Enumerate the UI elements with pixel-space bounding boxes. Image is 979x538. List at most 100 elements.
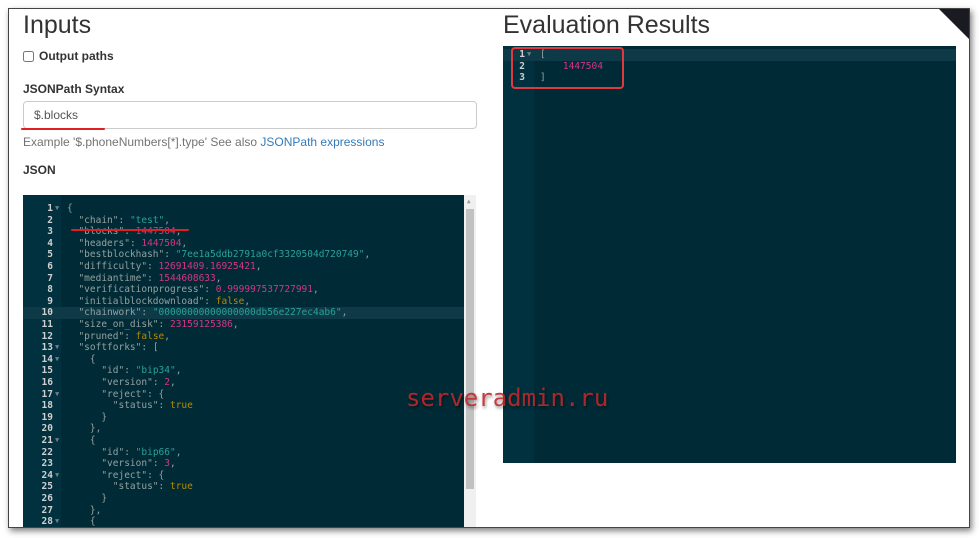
json-editor[interactable]: 1 ▼{2 "chain": "test", 3 "blocks": 1447504… bbox=[23, 195, 476, 528]
results-title: Evaluation Results bbox=[503, 11, 711, 39]
line-number: 5 bbox=[47, 249, 53, 261]
token-key: "initialblockdownload" bbox=[78, 295, 205, 307]
token-key: "chainwork" bbox=[78, 307, 142, 319]
jsonpath-expressions-link[interactable]: JSONPath expressions bbox=[260, 135, 384, 149]
output-paths-checkbox[interactable]: Output paths bbox=[23, 49, 114, 63]
token-punct: , bbox=[255, 261, 262, 272]
token-punct bbox=[67, 458, 101, 469]
code-line[interactable]: 13 ▼ "softforks": [ bbox=[23, 342, 476, 354]
token-punct: : { bbox=[147, 469, 165, 481]
code-line[interactable]: 8 "verificationprogress": 0.999997537727… bbox=[23, 284, 476, 296]
scrollbar-thumb[interactable] bbox=[466, 209, 474, 489]
code-line[interactable]: 22 "id": "bip66", bbox=[23, 447, 476, 459]
token-key: "size_on_disk" bbox=[78, 319, 159, 330]
code-line[interactable]: 21 ▼ { bbox=[23, 435, 476, 447]
code-line[interactable]: 24 ▼ "reject": { bbox=[23, 470, 476, 482]
token-key: "version" bbox=[101, 377, 153, 388]
line-number: 28 bbox=[41, 516, 53, 528]
fold-arrow-icon[interactable]: ▼ bbox=[55, 470, 59, 482]
code-text: "chainwork": "00000000000000000db56e227e… bbox=[67, 307, 347, 319]
input-underline-annotation bbox=[21, 128, 105, 130]
code-text: "version": 3, bbox=[67, 458, 175, 470]
fold-arrow-icon[interactable]: ▼ bbox=[55, 342, 59, 354]
code-line[interactable]: 23 "version": 3, bbox=[23, 458, 476, 470]
line-number: 12 bbox=[41, 330, 53, 342]
code-line[interactable]: 7 "mediantime": 1544608633, bbox=[23, 273, 476, 285]
code-line[interactable]: 3 "blocks": 1447504, bbox=[23, 226, 476, 238]
code-text: "mediantime": 1544608633, bbox=[67, 273, 221, 285]
code-text: "difficulty": 12691409.16925421, bbox=[67, 261, 262, 273]
token-key: "headers" bbox=[78, 237, 130, 249]
token-key: "softforks" bbox=[78, 342, 142, 354]
token-punct bbox=[67, 377, 101, 388]
token-punct: , bbox=[164, 214, 171, 226]
code-line[interactable]: 19 } bbox=[23, 412, 476, 424]
scroll-up-icon[interactable]: ▲ bbox=[467, 198, 471, 205]
line-number: 7 bbox=[47, 272, 53, 284]
code-line[interactable]: 14 ▼ { bbox=[23, 354, 476, 366]
fold-arrow-icon[interactable]: ▼ bbox=[55, 354, 59, 366]
json-editor-scrollbar[interactable]: ▲ bbox=[464, 195, 476, 527]
line-number: 6 bbox=[47, 261, 53, 272]
token-string: "bip34" bbox=[135, 365, 176, 377]
code-text: "softforks": [ bbox=[67, 342, 158, 354]
token-punct: : bbox=[152, 377, 165, 388]
jsonpath-input[interactable] bbox=[23, 101, 477, 129]
fold-arrow-icon[interactable]: ▼ bbox=[55, 435, 59, 447]
token-punct bbox=[67, 331, 78, 342]
fold-arrow-icon[interactable]: ▼ bbox=[55, 389, 59, 401]
token-punct bbox=[67, 226, 78, 237]
jsonpath-syntax-label: JSONPath Syntax bbox=[23, 82, 125, 96]
token-key: "mediantime" bbox=[78, 272, 148, 284]
token-number: 1544608633 bbox=[158, 272, 216, 284]
watermark: serveradmin.ru bbox=[406, 384, 609, 412]
token-punct: , bbox=[244, 295, 251, 307]
code-line[interactable]: 12 "pruned": false, bbox=[23, 331, 476, 343]
code-text: "size_on_disk": 23159125386, bbox=[67, 319, 238, 331]
code-line[interactable]: 15 "id": "bip34", bbox=[23, 365, 476, 377]
token-punct: : bbox=[204, 284, 216, 296]
token-punct bbox=[67, 447, 101, 458]
token-punct: : bbox=[164, 249, 176, 261]
line-number: 20 bbox=[41, 423, 53, 435]
code-line[interactable]: 10 "chainwork": "00000000000000000db56e2… bbox=[23, 307, 476, 319]
code-text: { bbox=[67, 516, 96, 527]
token-punct: , bbox=[175, 446, 182, 458]
line-number: 10 bbox=[41, 307, 53, 319]
code-text: "status": true bbox=[67, 400, 193, 412]
code-line[interactable]: 26 } bbox=[23, 493, 476, 505]
token-punct bbox=[67, 273, 78, 284]
code-line[interactable]: 20 }, bbox=[23, 423, 476, 435]
token-punct bbox=[67, 470, 101, 481]
code-line[interactable]: 2 "chain": "test", bbox=[23, 215, 476, 227]
token-key: "status" bbox=[112, 400, 159, 412]
code-line[interactable]: 28 ▼ { bbox=[23, 516, 476, 528]
code-line[interactable]: 1 ▼ { bbox=[23, 203, 476, 215]
token-punct bbox=[67, 307, 78, 318]
fold-arrow-icon[interactable]: ▼ bbox=[55, 516, 59, 527]
code-text: { bbox=[67, 354, 96, 366]
line-number: 11 bbox=[41, 319, 53, 330]
code-line[interactable]: 6 "difficulty": 12691409.16925421, bbox=[23, 261, 476, 273]
token-key: "status" bbox=[112, 481, 159, 493]
code-line[interactable]: 5 "bestblockhash": "7ee1a5ddb2791a0cf332… bbox=[23, 249, 476, 261]
token-key: "bestblockhash" bbox=[78, 249, 165, 261]
code-line[interactable]: 27 }, bbox=[23, 505, 476, 517]
token-punct: , bbox=[341, 307, 348, 319]
line-number: 27 bbox=[41, 504, 53, 516]
code-line[interactable]: 4 "headers": 1447504, bbox=[23, 238, 476, 250]
output-paths-input[interactable] bbox=[23, 50, 34, 62]
fold-arrow-icon[interactable]: ▼ bbox=[55, 203, 59, 215]
code-text: "reject": { bbox=[67, 389, 164, 401]
line-number: 9 bbox=[47, 295, 53, 307]
token-punct: : { bbox=[147, 388, 165, 400]
code-line[interactable]: 9 "initialblockdownload": false, bbox=[23, 296, 476, 308]
code-text: "headers": 1447504, bbox=[67, 238, 187, 250]
code-line[interactable]: 25 "status": true bbox=[23, 481, 476, 493]
token-punct: : bbox=[124, 365, 136, 377]
code-line[interactable]: 11 "size_on_disk": 23159125386, bbox=[23, 319, 476, 331]
line-number: 18 bbox=[41, 400, 53, 412]
blocks-underline-annotation bbox=[71, 229, 189, 231]
token-string: "00000000000000000db56e227ec4ab6" bbox=[152, 307, 342, 319]
token-punct: : bbox=[147, 261, 159, 272]
